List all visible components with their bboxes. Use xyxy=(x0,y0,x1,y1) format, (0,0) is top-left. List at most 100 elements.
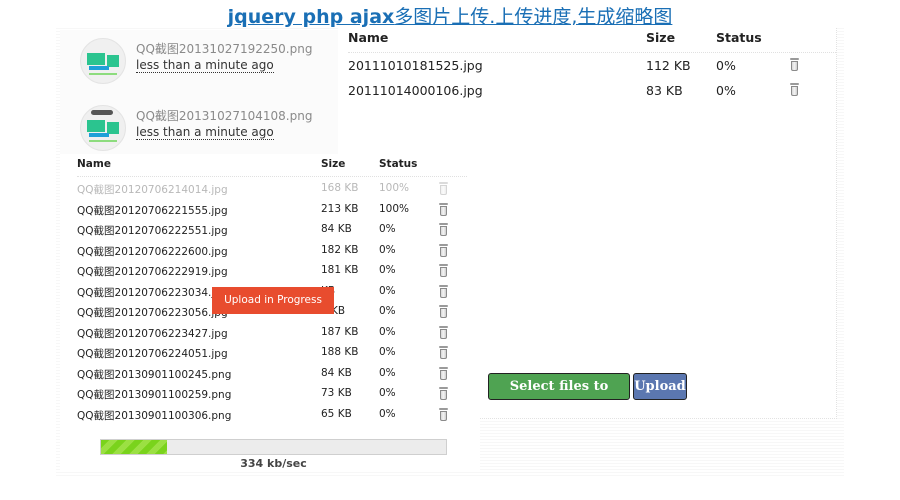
progress-fill xyxy=(101,440,167,454)
file-size: 83 KB xyxy=(646,83,683,98)
column-size: Size xyxy=(646,30,676,45)
title-en: jquery php ajax xyxy=(227,6,395,28)
file-size: 73 KB xyxy=(321,387,352,399)
trash-icon xyxy=(439,202,448,216)
table-row: QQ截图20130901100259.png 73 KB 0% xyxy=(77,387,467,408)
title-cn: 多图片上传.上传进度,生成缩略图 xyxy=(394,6,673,28)
file-status: 0% xyxy=(379,387,396,399)
delete-button[interactable] xyxy=(439,223,448,238)
trash-icon xyxy=(439,325,448,339)
file-name: QQ截图20130901100245.png xyxy=(77,368,232,381)
table-row: QQ截图20120706221555.jpg 213 KB 100% xyxy=(77,202,467,224)
file-size: 65 KB xyxy=(321,407,352,420)
file-name: QQ截图20120706223034.jpg xyxy=(77,286,228,299)
trash-icon xyxy=(439,243,448,257)
delete-button[interactable] xyxy=(790,83,799,98)
uploaded-item: QQ截图20131027192250.png less than a minut… xyxy=(80,38,330,84)
uploaded-filename: QQ截图20131027104108.png xyxy=(136,109,313,123)
table-row: 20111014000106.jpg 83 KB 0% xyxy=(348,83,836,108)
thumbnail-image[interactable] xyxy=(80,105,126,151)
trash-icon xyxy=(439,264,448,277)
file-status: 0% xyxy=(379,305,396,317)
page-title: jquery php ajax多图片上传.上传进度,生成缩略图 xyxy=(0,2,900,29)
table-header: Name Size Status xyxy=(348,30,836,53)
file-size: 168 KB xyxy=(321,182,359,194)
file-name: QQ截图20130901100306.png xyxy=(77,409,232,422)
table-header: Name Size Status xyxy=(77,158,467,177)
table-row: QQ截图20120706224051.jpg 188 KB 0% xyxy=(77,346,467,367)
file-status: 0% xyxy=(379,325,396,338)
delete-button[interactable] xyxy=(439,325,448,341)
file-size: 188 KB xyxy=(321,346,359,358)
file-name: QQ截图20120706222600.jpg xyxy=(77,245,228,258)
trash-icon xyxy=(439,182,448,195)
uploaded-time: less than a minute ago xyxy=(136,125,274,140)
column-status: Status xyxy=(716,30,762,45)
delete-button[interactable] xyxy=(439,264,448,279)
uploaded-item: QQ截图20131027104108.png less than a minut… xyxy=(80,105,330,151)
file-name: QQ截图20120706224051.jpg xyxy=(77,348,228,360)
thumbnail-image[interactable] xyxy=(80,38,126,84)
delete-button[interactable] xyxy=(439,407,448,423)
uploaded-filename: QQ截图20131027192250.png xyxy=(136,42,313,56)
table-row: QQ截图20120706222919.jpg 181 KB 0% xyxy=(77,264,467,285)
delete-button[interactable] xyxy=(439,284,448,300)
file-size: 84 KB xyxy=(321,366,352,379)
trash-icon xyxy=(439,305,448,318)
table-row: QQ截图20130901100306.png 65 KB 0% xyxy=(77,407,467,429)
delete-button[interactable] xyxy=(439,346,448,361)
file-status: 0% xyxy=(379,243,396,256)
column-status: Status xyxy=(379,158,418,170)
file-name: 20111010181525.jpg xyxy=(348,58,483,73)
file-name: QQ截图20120706223427.jpg xyxy=(77,327,228,340)
delete-button[interactable] xyxy=(439,305,448,320)
table-row: QQ截图20120706222551.jpg 84 KB 0% xyxy=(77,223,467,244)
file-status: 0% xyxy=(716,83,736,98)
select-files-button[interactable]: Select files to upload xyxy=(488,373,630,419)
delete-button[interactable] xyxy=(439,202,448,218)
file-name: QQ截图20120706214014.jpg xyxy=(77,184,228,196)
upload-progress-bar xyxy=(100,439,447,455)
title-link[interactable]: jquery php ajax多图片上传.上传进度,生成缩略图 xyxy=(228,6,673,28)
trash-icon xyxy=(439,387,448,400)
file-status: 0% xyxy=(379,407,396,420)
file-name: QQ截图20120706223056.jpg xyxy=(77,307,228,319)
delete-button[interactable] xyxy=(439,366,448,382)
trash-icon xyxy=(439,366,448,380)
file-size: 112 KB xyxy=(646,58,691,73)
trash-icon xyxy=(439,407,448,421)
column-size: Size xyxy=(321,158,346,170)
file-name: QQ截图20120706222551.jpg xyxy=(77,225,228,237)
file-name: QQ截图20120706222919.jpg xyxy=(77,266,228,278)
upload-button[interactable]: Upload xyxy=(633,373,687,400)
file-status: 0% xyxy=(379,223,396,235)
file-status: 0% xyxy=(379,284,396,297)
column-name: Name xyxy=(77,158,111,170)
file-name: 20111014000106.jpg xyxy=(348,83,483,98)
file-status: 0% xyxy=(379,264,396,276)
table-row: QQ截图20120706222600.jpg 182 KB 0% xyxy=(77,243,467,265)
file-size: 182 KB xyxy=(321,243,359,256)
file-size: 84 KB xyxy=(321,223,352,235)
file-size: 187 KB xyxy=(321,325,359,338)
file-status: 0% xyxy=(379,346,396,358)
table-row: QQ截图20130901100245.png 84 KB 0% xyxy=(77,366,467,388)
trash-icon xyxy=(790,58,799,71)
delete-button[interactable] xyxy=(439,243,448,259)
file-size: 181 KB xyxy=(321,264,359,276)
trash-icon xyxy=(439,346,448,359)
file-size: 213 KB xyxy=(321,202,359,215)
table-row: 20111010181525.jpg 112 KB 0% xyxy=(348,58,836,83)
file-status: 0% xyxy=(379,366,396,379)
file-name: QQ截图20120706221555.jpg xyxy=(77,204,228,217)
file-status: 100% xyxy=(379,182,410,194)
trash-icon xyxy=(439,223,448,236)
file-status: 100% xyxy=(379,202,410,215)
file-name: QQ截图20130901100259.png xyxy=(77,389,232,401)
trash-icon xyxy=(790,83,799,96)
upload-speed: 334 kb/sec xyxy=(240,457,307,470)
trash-icon xyxy=(439,284,448,298)
delete-button[interactable] xyxy=(439,182,448,197)
delete-button[interactable] xyxy=(790,58,799,73)
delete-button[interactable] xyxy=(439,387,448,402)
